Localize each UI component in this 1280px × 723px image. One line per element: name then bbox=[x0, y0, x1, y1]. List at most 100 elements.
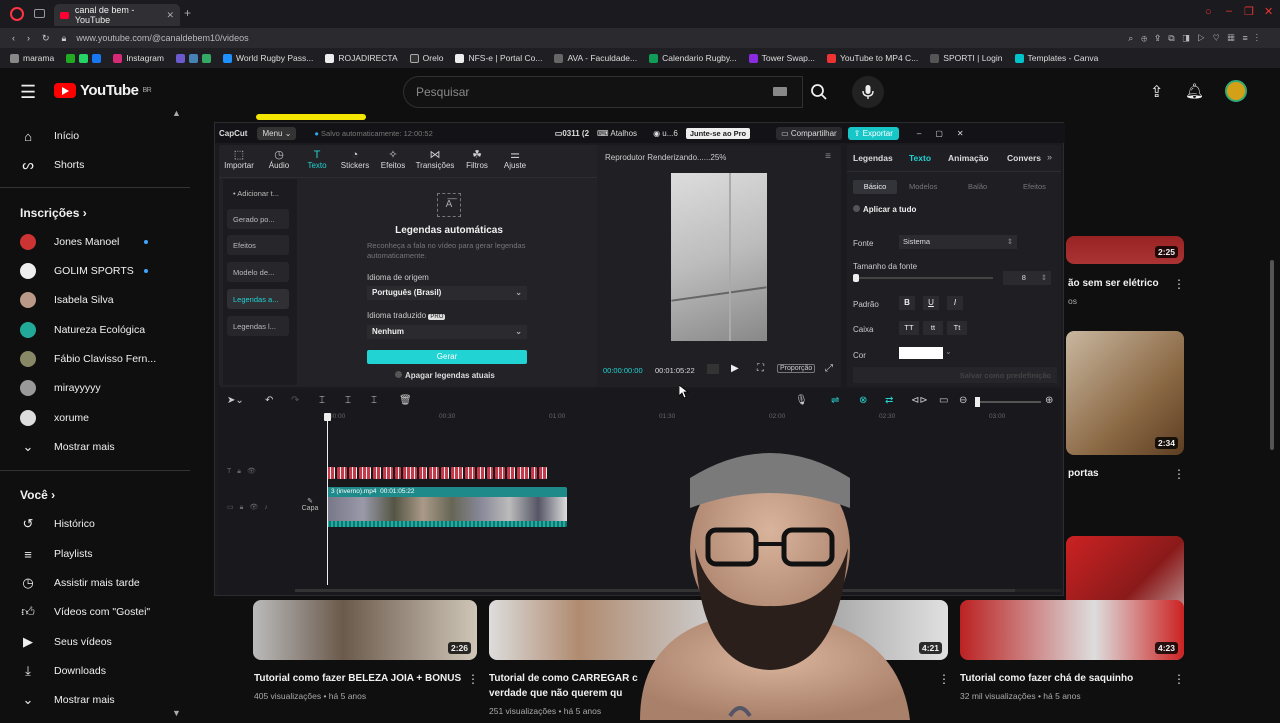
caption-segment[interactable] bbox=[507, 467, 515, 479]
caption-segment[interactable] bbox=[337, 467, 347, 479]
you-header[interactable]: Você › bbox=[20, 488, 55, 502]
bookmark[interactable]: Tower Swap... bbox=[748, 53, 815, 63]
font-size-input[interactable]: 8 ⇕ bbox=[1003, 271, 1051, 285]
aspect-ratio-button[interactable]: Proporção bbox=[777, 364, 816, 373]
tabs-icon[interactable] bbox=[34, 9, 45, 18]
bookmark[interactable]: World Rugby Pass... bbox=[222, 53, 313, 63]
close-icon[interactable]: ✕ bbox=[957, 129, 964, 138]
back-icon[interactable]: ‹ bbox=[12, 33, 15, 43]
subscription-item[interactable]: xorume bbox=[20, 410, 89, 426]
caption-segment[interactable] bbox=[349, 467, 357, 479]
side-auto-captions[interactable]: Legendas a... bbox=[227, 289, 289, 309]
avatar[interactable] bbox=[1225, 80, 1247, 102]
youtube-logo[interactable]: YouTube BR bbox=[54, 82, 152, 99]
tool-audio[interactable]: ◷ Áudio bbox=[259, 149, 299, 170]
trim-left-icon[interactable]: ⌶ bbox=[345, 395, 351, 406]
subscription-item[interactable]: Natureza Ecológica bbox=[20, 322, 145, 338]
share-button[interactable]: ▭ Compartilhar bbox=[776, 126, 842, 140]
caption-icon[interactable]: ▭ bbox=[939, 395, 948, 406]
caption-segment[interactable] bbox=[495, 467, 505, 479]
video-track-header[interactable]: ▭🔒︎👁︎♪ bbox=[227, 503, 274, 512]
bookmark[interactable]: YouTube to MP4 C... bbox=[827, 53, 918, 63]
video-preview[interactable] bbox=[671, 173, 767, 341]
caption-segment[interactable] bbox=[441, 467, 449, 479]
opera-logo-icon[interactable] bbox=[10, 7, 24, 21]
caption-segment[interactable] bbox=[531, 467, 537, 479]
side-template[interactable]: Modelo de... bbox=[227, 262, 289, 282]
timeline-ruler[interactable]: 00:00 00:30 01:00 01:30 02:00 02:30 03:0… bbox=[327, 413, 1061, 427]
caption-segment[interactable] bbox=[517, 467, 529, 479]
bookmark[interactable]: NFS-e | Portal Co... bbox=[455, 53, 542, 63]
sidebar-item-downloads[interactable]: ⤓ Downloads bbox=[20, 663, 106, 679]
color-swatch[interactable] bbox=[899, 347, 943, 359]
undo-icon[interactable]: ↶ bbox=[265, 395, 273, 406]
lowercase-button[interactable]: tt bbox=[923, 321, 943, 335]
underline-button[interactable]: U bbox=[923, 296, 939, 310]
close-tab-icon[interactable]: ✕ bbox=[166, 10, 174, 21]
tool-adjust[interactable]: ⚌ Ajuste bbox=[495, 149, 535, 170]
tab-animation[interactable]: Animação bbox=[948, 153, 989, 163]
record-audio-icon[interactable]: 🎙︎ bbox=[795, 395, 808, 406]
video-thumbnail[interactable]: 4:23 bbox=[960, 600, 1184, 660]
sidebar-item-liked[interactable]: 👍︎ Vídeos com "Gostei" bbox=[20, 604, 150, 620]
caption-segment[interactable] bbox=[429, 467, 439, 479]
subtab-templates[interactable]: Modelos bbox=[909, 182, 937, 191]
caption-segment[interactable] bbox=[373, 467, 381, 479]
chevron-down-icon[interactable]: ⌄ bbox=[945, 347, 952, 356]
video-title[interactable]: ão sem ser elétrico bbox=[1068, 278, 1159, 289]
more-options-icon[interactable]: ⋮ bbox=[938, 672, 950, 686]
bookmark[interactable]: Instagram bbox=[113, 53, 164, 63]
keyboard-icon[interactable] bbox=[773, 87, 787, 96]
source-language-select[interactable]: Português (Brasil) ⌄ bbox=[367, 286, 527, 300]
caption-track[interactable] bbox=[327, 467, 567, 479]
preview-axis-icon[interactable]: ⇄ bbox=[885, 395, 893, 406]
subscription-item[interactable]: Fábio Clavisso Fern... bbox=[20, 351, 156, 367]
tool-import[interactable]: ⬚ Importar bbox=[219, 149, 259, 170]
bookmark[interactable]: Calendario Rugby... bbox=[649, 53, 737, 63]
titlecase-button[interactable]: Tt bbox=[947, 321, 967, 335]
hamburger-menu-icon[interactable]: ☰ bbox=[20, 82, 36, 103]
fit-screen-icon[interactable]: ⛶ bbox=[757, 363, 764, 374]
select-tool-icon[interactable]: ➤⌄ bbox=[227, 395, 244, 406]
subscription-item[interactable]: GOLIM SPORTS bbox=[20, 263, 148, 279]
split-view-icon[interactable]: ⊲⊳ bbox=[911, 395, 928, 406]
timecode-grid-icon[interactable] bbox=[707, 364, 719, 374]
caption-segment[interactable] bbox=[383, 467, 393, 479]
menu-button[interactable]: Menu ⌄ bbox=[257, 126, 297, 140]
caption-segment[interactable] bbox=[327, 467, 335, 479]
show-more-subscriptions[interactable]: ⌄ Mostrar mais bbox=[20, 439, 115, 455]
zoom-out-icon[interactable]: ⊖ bbox=[959, 395, 967, 406]
caption-segment[interactable] bbox=[451, 467, 463, 479]
side-lyrics[interactable]: Legendas l... bbox=[227, 316, 289, 336]
slider-handle[interactable] bbox=[975, 397, 980, 407]
video-clip[interactable]: 3 (inverno).mp4 00:01:05:22 bbox=[327, 487, 567, 527]
link-icon[interactable]: ⊗ bbox=[859, 395, 867, 406]
italic-button[interactable]: I bbox=[947, 296, 963, 310]
sidebar-item-watch-later[interactable]: ◷ Assistir mais tarde bbox=[20, 575, 139, 591]
browser-tab-active[interactable]: canal de bem - YouTube ✕ bbox=[54, 4, 180, 26]
clear-captions-checkbox[interactable]: Apagar legendas atuais bbox=[395, 371, 495, 380]
new-tab-icon[interactable]: + bbox=[184, 6, 191, 20]
caption-segment[interactable] bbox=[539, 467, 547, 479]
subscription-item[interactable]: Isabela Silva bbox=[20, 292, 114, 308]
font-size-slider[interactable] bbox=[853, 274, 993, 282]
search-tabs-icon[interactable]: ○ bbox=[1205, 6, 1212, 18]
more-options-icon[interactable]: ⋮ bbox=[1173, 277, 1185, 291]
video-title[interactable]: Tutorial como fazer chá de saquinho bbox=[960, 673, 1133, 684]
show-more-you[interactable]: ⌄ Mostrar mais bbox=[20, 692, 115, 708]
tab-captions[interactable]: Legendas bbox=[853, 153, 893, 163]
bookmark-icons[interactable] bbox=[175, 53, 211, 63]
sidebar-item-history[interactable]: ↺ Histórico bbox=[20, 516, 95, 532]
bookmark[interactable]: marama bbox=[10, 53, 54, 63]
translated-language-select[interactable]: Nenhum ⌄ bbox=[367, 325, 527, 339]
video-thumbnail[interactable]: 2:25 bbox=[1066, 236, 1184, 264]
subtab-bubble[interactable]: Balão bbox=[968, 182, 987, 191]
close-window-icon[interactable]: ✕ bbox=[1264, 5, 1273, 18]
tab-convert[interactable]: Convers bbox=[1007, 153, 1041, 163]
caption-segment[interactable] bbox=[465, 467, 475, 479]
tool-transitions[interactable]: ⋈ Transições bbox=[415, 149, 455, 170]
tab-text[interactable]: Texto bbox=[909, 153, 931, 163]
user-account[interactable]: ◉ u...6 bbox=[653, 129, 678, 138]
sidebar-item-your-videos[interactable]: ▶ Seus vídeos bbox=[20, 634, 112, 650]
redo-icon[interactable]: ↷ bbox=[291, 395, 299, 406]
